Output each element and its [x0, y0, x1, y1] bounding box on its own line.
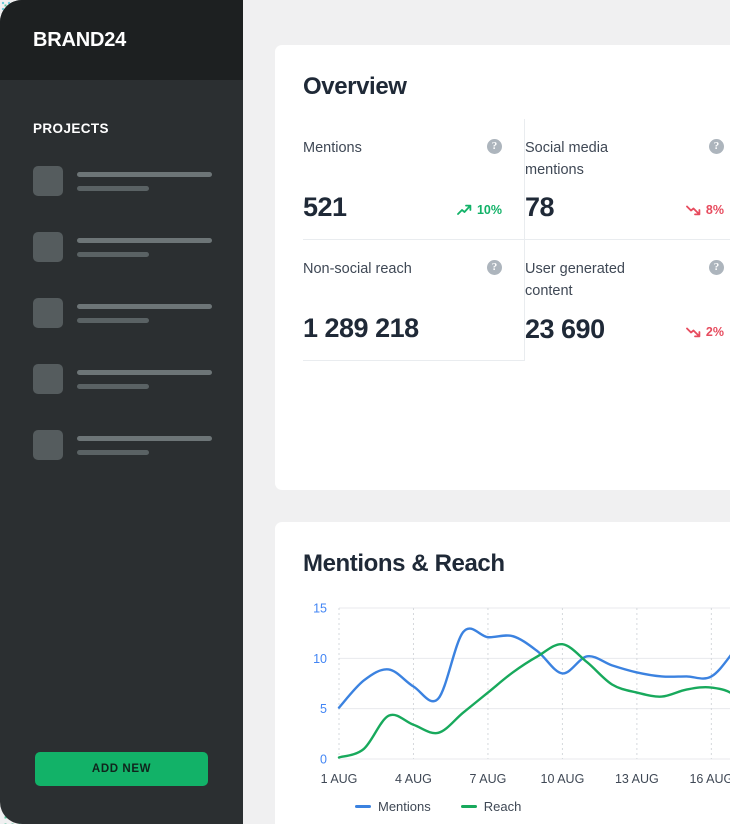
sidebar-header: BRAND24	[0, 0, 243, 80]
metric-tile: Non-social reach? 1 289 218	[303, 240, 525, 361]
project-thumbnail	[33, 166, 63, 196]
project-placeholder-lines	[77, 303, 212, 323]
metric-delta-value: 8%	[705, 203, 724, 217]
add-new-button[interactable]: ADD NEW	[35, 752, 208, 786]
metric-label: Social media mentions	[525, 140, 609, 179]
y-axis-tick-label: 0	[320, 753, 327, 767]
x-axis-tick-label: 10 AUG	[541, 772, 585, 786]
sidebar-project-item[interactable]	[0, 428, 243, 462]
project-placeholder-lines	[77, 435, 212, 455]
sidebar-project-item[interactable]	[0, 296, 243, 330]
metric-footer: 23 690 2%	[525, 314, 724, 345]
metric-value: 78	[525, 192, 555, 222]
legend-color-swatch	[355, 805, 371, 808]
metric-delta-value: 2%	[705, 325, 724, 339]
x-axis-tick-label: 1 AUG	[321, 772, 358, 786]
x-axis-tick-label: 13 AUG	[615, 772, 659, 786]
project-meta-placeholder	[77, 383, 149, 389]
project-name-placeholder	[77, 435, 212, 441]
project-meta-placeholder	[77, 251, 149, 257]
metric-label: User generated content	[525, 261, 625, 300]
chart-title: Mentions & Reach	[303, 550, 505, 577]
metric-header: User generated content?	[525, 258, 724, 302]
metric-delta: 8%	[686, 203, 724, 217]
main-content: Overview Mentions? 521 10% Social media men…	[243, 0, 730, 824]
sidebar-section-projects-label: PROJECTS	[33, 121, 109, 136]
mentions-reach-card: Mentions & Reach 0 5 10 15 1 AUG 4 AUG 7 AUG 10…	[275, 522, 730, 824]
metric-footer: 1 289 218	[303, 313, 502, 344]
x-axis-tick-label: 4 AUG	[395, 772, 432, 786]
sidebar-project-list	[0, 164, 243, 462]
page-title: Overview	[303, 73, 407, 100]
app-root: BRAND24 PROJECTS ADD NEW Overview Mentio…	[0, 0, 730, 824]
trend-up-arrow-icon	[457, 204, 472, 215]
brand-logo[interactable]: BRAND24	[33, 29, 126, 52]
metric-header: Mentions?	[303, 137, 502, 159]
project-name-placeholder	[77, 237, 212, 243]
y-axis-tick-label: 10	[313, 652, 327, 666]
metric-delta: 10%	[457, 203, 502, 217]
metric-header: Non-social reach?	[303, 258, 502, 280]
sidebar-project-item[interactable]	[0, 230, 243, 264]
metric-value: 1 289 218	[303, 313, 419, 343]
project-meta-placeholder	[77, 185, 149, 191]
metric-header: Social media mentions?	[525, 137, 724, 181]
question-circle-icon[interactable]: ?	[487, 139, 502, 154]
project-thumbnail	[33, 298, 63, 328]
chart-legend-item[interactable]: Reach	[460, 799, 522, 814]
metric-delta-value: 10%	[476, 203, 502, 217]
legend-color-swatch	[460, 805, 477, 808]
legend-label: Mentions	[378, 799, 431, 814]
question-circle-icon[interactable]: ?	[487, 260, 502, 275]
metric-value: 521	[303, 192, 347, 222]
metric-tile: User generated content? 23 690 2%	[525, 240, 730, 361]
project-placeholder-lines	[77, 237, 212, 257]
legend-label: Reach	[483, 799, 522, 814]
project-placeholder-lines	[77, 369, 212, 389]
project-meta-placeholder	[77, 317, 149, 323]
metric-footer: 521 10%	[303, 192, 502, 223]
project-meta-placeholder	[77, 449, 149, 455]
project-name-placeholder	[77, 369, 212, 375]
project-thumbnail	[33, 364, 63, 394]
y-axis-tick-label: 5	[320, 702, 327, 716]
metric-label: Mentions	[303, 140, 362, 156]
sidebar-project-item[interactable]	[0, 164, 243, 198]
x-axis-tick-label: 7 AUG	[470, 772, 507, 786]
x-axis-tick-label: 16 AUG	[689, 772, 730, 786]
trend-down-arrow-icon	[686, 205, 701, 216]
project-placeholder-lines	[77, 171, 212, 191]
chart-series-line	[337, 643, 730, 759]
metric-value: 23 690	[525, 314, 605, 344]
metric-footer: 78 8%	[525, 192, 724, 223]
chart-legend: Mentions Reach	[355, 799, 730, 814]
metric-grid: Mentions? 521 10% Social media mentions? 78 8…	[275, 119, 730, 361]
y-axis-tick-label: 15	[313, 602, 327, 616]
sidebar-project-item[interactable]	[0, 362, 243, 396]
chart-legend-item[interactable]: Mentions	[355, 799, 431, 814]
project-thumbnail	[33, 430, 63, 460]
question-circle-icon[interactable]: ?	[709, 260, 724, 275]
overview-card: Overview Mentions? 521 10% Social media men…	[275, 45, 730, 490]
project-thumbnail	[33, 232, 63, 262]
chart-area: 0 5 10 15 1 AUG 4 AUG 7 AUG 10 AUG 13 AUG 16 AUG …	[291, 600, 730, 814]
metric-label: Non-social reach	[303, 261, 412, 277]
trend-down-arrow-icon	[686, 327, 701, 338]
line-chart[interactable]: 0 5 10 15 1 AUG 4 AUG 7 AUG 10 AUG 13 AUG 16 AUG	[291, 600, 730, 795]
question-circle-icon[interactable]: ?	[709, 139, 724, 154]
metric-delta: 2%	[686, 325, 724, 339]
metric-tile: Mentions? 521 10%	[303, 119, 525, 240]
metric-tile: Social media mentions? 78 8%	[525, 119, 730, 240]
sidebar: BRAND24 PROJECTS ADD NEW	[0, 0, 243, 824]
project-name-placeholder	[77, 303, 212, 309]
project-name-placeholder	[77, 171, 212, 177]
